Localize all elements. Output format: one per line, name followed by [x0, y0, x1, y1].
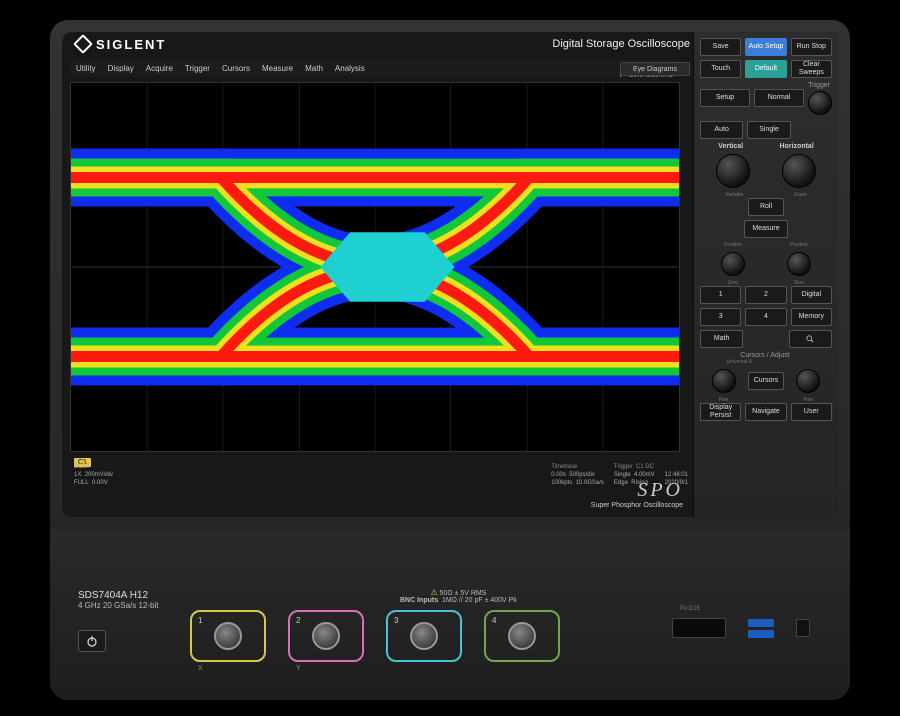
vertical-scale-knob[interactable] — [716, 154, 750, 188]
oscilloscope-device: SIGLENT Digital Storage Oscilloscope Uti… — [50, 20, 850, 700]
trigger-auto-button[interactable]: Auto — [700, 121, 743, 139]
touch-button[interactable]: Touch — [700, 60, 741, 78]
ch1-button[interactable]: 1 — [700, 286, 741, 304]
user-button[interactable]: User — [791, 403, 832, 421]
vertical-label: Vertical — [718, 143, 743, 150]
measure-button[interactable]: Measure — [744, 220, 788, 238]
horizontal-label: Horizontal — [780, 143, 814, 150]
front-panel: SDS7404A H12 4 GHz 20 GSa/s 12-bit ⚠ 50Ω… — [50, 530, 850, 700]
eye-diagrams-button[interactable]: Eye Diagrams — [620, 62, 690, 76]
power-icon — [86, 635, 98, 647]
power-button[interactable] — [78, 630, 106, 652]
trigger-normal-button[interactable]: Normal — [754, 89, 804, 107]
menu-cursors[interactable]: Cursors — [222, 64, 250, 73]
waveform-display[interactable] — [70, 82, 680, 452]
bnc-ch4[interactable]: 4 — [484, 610, 560, 662]
cursors-adjust-label: Cursors / Adjust — [700, 352, 830, 359]
universal-a-knob[interactable] — [712, 369, 736, 393]
universal-b-knob[interactable] — [796, 369, 820, 393]
trigger-section-label: Trigger — [700, 82, 830, 89]
screen-area: SIGLENT Digital Storage Oscilloscope Uti… — [62, 32, 838, 517]
bnc-ch2[interactable]: 2 Y — [288, 610, 364, 662]
front-ports: Po.D15 — [672, 618, 810, 638]
trigger-setup-button[interactable]: Setup — [700, 89, 750, 107]
model-label: SDS7404A H12 4 GHz 20 GSa/s 12-bit — [78, 590, 158, 610]
usb-ports[interactable] — [748, 619, 774, 638]
digital-port[interactable] — [672, 618, 726, 638]
menu-display[interactable]: Display — [108, 64, 134, 73]
menu-math[interactable]: Math — [305, 64, 323, 73]
bnc-ch3[interactable]: 3 — [386, 610, 462, 662]
bnc-caption: ⚠ 50Ω ± 5V RMS BNC Inputs 1MΩ // 20 pF ±… — [400, 588, 517, 604]
bnc-inputs: 1 X 2 Y 3 4 — [190, 610, 560, 662]
ch2-button[interactable]: 2 — [745, 286, 786, 304]
digital-button[interactable]: Digital — [791, 286, 832, 304]
menu-trigger[interactable]: Trigger — [185, 64, 210, 73]
vertical-position-knob[interactable] — [721, 252, 745, 276]
usb-port-1[interactable] — [748, 619, 774, 627]
display-persist-button[interactable]: Display Persist — [700, 403, 741, 421]
search-button[interactable] — [789, 330, 832, 348]
menubar: Utility Display Acquire Trigger Cursors … — [70, 60, 680, 76]
trigger-level-knob[interactable] — [808, 91, 832, 115]
aux-port[interactable] — [796, 619, 810, 637]
horizontal-position-knob[interactable] — [787, 252, 811, 276]
usb-port-2[interactable] — [748, 630, 774, 638]
control-panel: Save Auto Setup Run Stop Touch Default C… — [693, 32, 838, 517]
menu-utility[interactable]: Utility — [76, 64, 96, 73]
channel-info: DC50 1X 200mV/div FULL 0.00V — [74, 463, 113, 487]
ch3-button[interactable]: 3 — [700, 308, 741, 326]
clear-sweeps-button[interactable]: Clear Sweeps — [791, 60, 832, 78]
roll-button[interactable]: Roll — [748, 198, 784, 216]
menu-acquire[interactable]: Acquire — [146, 64, 173, 73]
header: SIGLENT Digital Storage Oscilloscope — [62, 32, 702, 56]
ch4-button[interactable]: 4 — [745, 308, 786, 326]
run-stop-button[interactable]: Run Stop — [791, 38, 832, 56]
device-title: Digital Storage Oscilloscope — [552, 38, 690, 50]
cursors-button[interactable]: Cursors — [748, 372, 784, 390]
brand-logo: SIGLENT — [76, 37, 166, 52]
menu-analysis[interactable]: Analysis — [335, 64, 365, 73]
save-button[interactable]: Save — [700, 38, 741, 56]
math-button[interactable]: Math — [700, 330, 743, 348]
auto-setup-button[interactable]: Auto Setup — [745, 38, 786, 56]
bnc-ch1[interactable]: 1 X — [190, 610, 266, 662]
horizontal-scale-knob[interactable] — [782, 154, 816, 188]
default-button[interactable]: Default — [745, 60, 786, 78]
menu-measure[interactable]: Measure — [262, 64, 293, 73]
search-icon — [806, 335, 814, 343]
navigate-button[interactable]: Navigate — [745, 403, 786, 421]
spo-logo: SPO Super Phosphor Oscilloscope — [591, 479, 683, 509]
eye-diagram — [71, 83, 679, 451]
memory-button[interactable]: Memory — [791, 308, 832, 326]
trigger-single-button[interactable]: Single — [747, 121, 790, 139]
